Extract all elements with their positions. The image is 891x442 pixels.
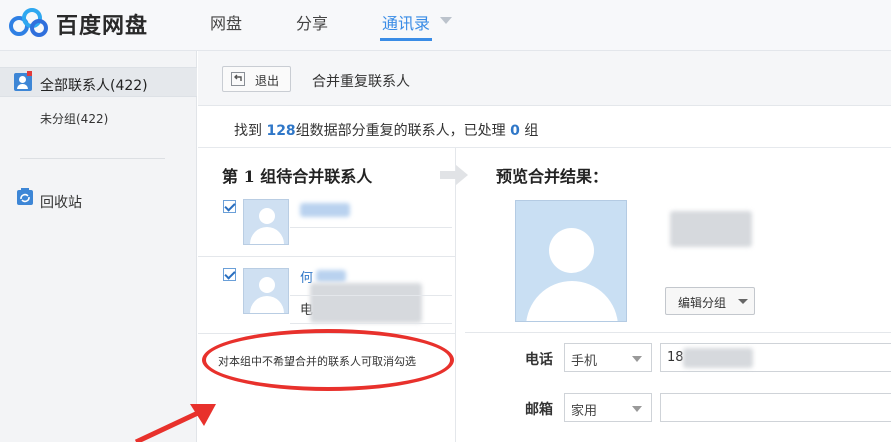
email-label: 邮箱 bbox=[525, 402, 553, 418]
duplicate-summary: 找到 128组数据部分重复的联系人，已处理 0 组 bbox=[234, 123, 539, 139]
preview-title: 预览合并结果： bbox=[496, 167, 609, 186]
back-arrow-icon bbox=[231, 72, 245, 86]
chevron-down-icon bbox=[632, 356, 642, 362]
edit-group-label: 编辑分组 bbox=[678, 296, 727, 310]
sidebar-item-all-contacts[interactable]: 全部联系人(422) bbox=[0, 67, 197, 97]
contact-divider bbox=[198, 256, 455, 257]
nav-tab-contacts[interactable]: 通讯录 bbox=[382, 10, 430, 34]
sidebar-item-ungrouped[interactable]: 未分组(422) bbox=[40, 110, 108, 127]
contact-name-redacted bbox=[316, 270, 346, 282]
phone-label: 电话 bbox=[525, 352, 553, 368]
contact-divider bbox=[290, 323, 452, 324]
sidebar-item-trash[interactable]: 回收站 bbox=[40, 192, 82, 212]
divider bbox=[198, 147, 891, 148]
chevron-down-icon bbox=[632, 406, 642, 412]
annotation-arrow-icon bbox=[134, 404, 216, 442]
recycle-bin-icon bbox=[17, 188, 33, 205]
contact-avatar bbox=[243, 268, 289, 314]
column-divider bbox=[455, 148, 456, 442]
email-input[interactable] bbox=[660, 393, 891, 422]
top-bar: 百度网盘 网盘 分享 通讯录 bbox=[0, 0, 891, 51]
edit-group-button[interactable]: 编辑分组 bbox=[665, 287, 755, 315]
logo-text[interactable]: 百度网盘 bbox=[56, 8, 148, 40]
contact-phone-redacted bbox=[310, 283, 422, 323]
contact-checkbox[interactable] bbox=[223, 268, 236, 281]
sidebar-item-label: 全部联系人(422) bbox=[40, 78, 148, 94]
chevron-down-icon[interactable] bbox=[440, 17, 452, 24]
exit-button[interactable]: 退出 bbox=[222, 66, 291, 92]
preview-avatar[interactable] bbox=[515, 200, 627, 322]
contact-divider bbox=[290, 295, 452, 296]
exit-button-label: 退出 bbox=[255, 74, 280, 88]
merge-group-title: 第 1 组待合并联系人 bbox=[222, 167, 373, 186]
email-type-select[interactable]: 家用 bbox=[564, 393, 652, 422]
preview-name-redacted bbox=[670, 211, 752, 247]
page-title: 合并重复联系人 bbox=[312, 74, 410, 90]
nav-tab-share[interactable]: 分享 bbox=[296, 10, 328, 34]
processed-count: 0 bbox=[510, 123, 520, 139]
phone-input[interactable]: 18 bbox=[660, 343, 891, 372]
chevron-down-icon bbox=[738, 299, 748, 304]
phone-value-redacted bbox=[683, 348, 753, 368]
divider bbox=[465, 332, 891, 333]
bookmark-mark-icon bbox=[27, 71, 32, 76]
active-tab-underline bbox=[380, 38, 432, 41]
main-panel: 退出 合并重复联系人 找到 128组数据部分重复的联系人，已处理 0 组 第 1… bbox=[198, 51, 891, 442]
contact-name-redacted bbox=[300, 203, 350, 217]
contact-avatar bbox=[243, 199, 289, 245]
baidu-netdisk-logo-icon[interactable] bbox=[8, 6, 50, 40]
phone-type-select[interactable]: 手机 bbox=[564, 343, 652, 372]
group-count: 128 bbox=[266, 123, 296, 139]
annotation-ellipse bbox=[202, 329, 454, 391]
sidebar-divider bbox=[20, 158, 165, 159]
nav-tab-netdisk[interactable]: 网盘 bbox=[210, 10, 242, 34]
contact-divider bbox=[290, 227, 452, 228]
arrow-right-icon bbox=[440, 165, 468, 185]
toolbar: 退出 合并重复联系人 bbox=[198, 51, 891, 106]
sidebar: 全部联系人(422) 未分组(422) 回收站 bbox=[0, 51, 197, 442]
contact-checkbox[interactable] bbox=[223, 200, 236, 213]
